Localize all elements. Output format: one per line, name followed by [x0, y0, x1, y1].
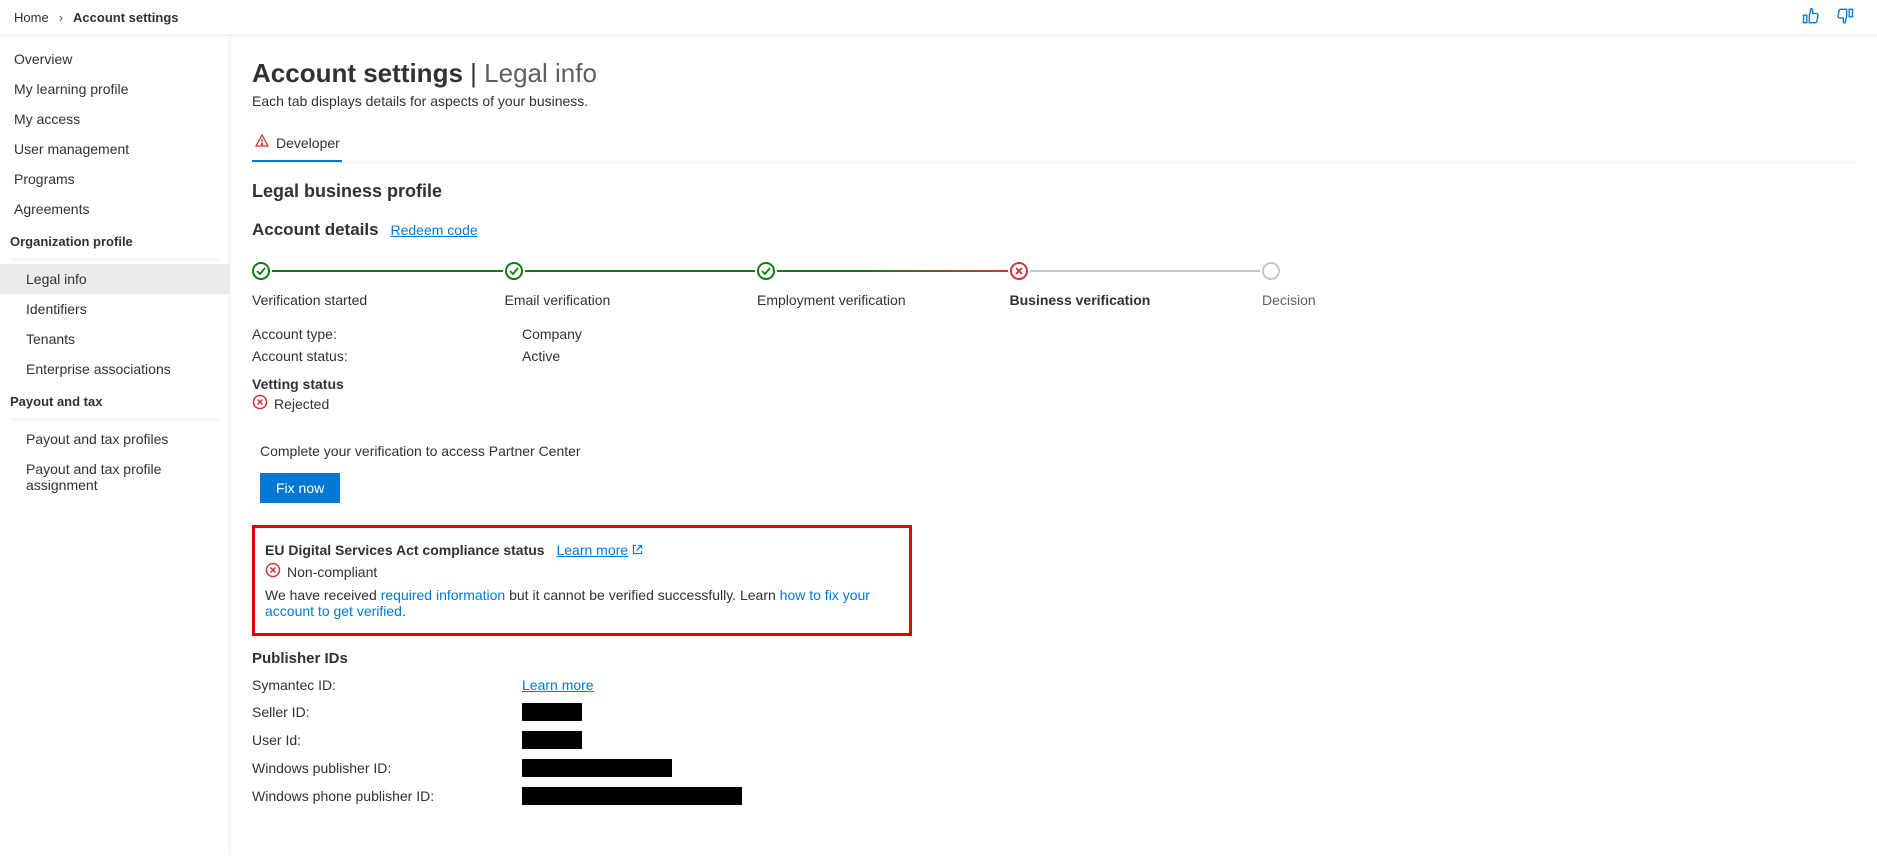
windows-publisher-id-label: Windows publisher ID: [252, 760, 522, 776]
eu-dsa-compliance-box: EU Digital Services Act compliance statu… [252, 525, 912, 636]
sidebar-item-tenants[interactable]: Tenants [0, 324, 229, 354]
breadcrumb-current: Account settings [73, 10, 178, 25]
warning-icon [254, 133, 270, 152]
breadcrumb: Home › Account settings [14, 10, 179, 25]
external-link-icon [631, 543, 644, 556]
user-id-value [522, 731, 582, 749]
sidebar-item-overview[interactable]: Overview [0, 44, 229, 74]
sidebar-group-org-profile: Organization profile [0, 224, 229, 255]
publisher-ids-heading: Publisher IDs [252, 650, 1855, 667]
chevron-right-icon: › [59, 10, 63, 25]
eu-status-value: Non-compliant [287, 564, 377, 580]
windows-publisher-id-value [522, 759, 672, 777]
sidebar: Overview My learning profile My access U… [0, 36, 230, 855]
account-status-label: Account status: [252, 348, 522, 364]
account-details-heading: Account details [252, 220, 379, 240]
page-title: Account settings | Legal info [252, 58, 1855, 89]
legal-business-heading: Legal business profile [252, 181, 1855, 202]
step-label: Decision [1262, 292, 1322, 308]
x-icon [265, 562, 281, 581]
verification-stepper: Verification started Email verification … [252, 262, 1322, 308]
step-label: Verification started [252, 292, 505, 308]
account-type-value: Company [522, 326, 582, 342]
sidebar-item-learning-profile[interactable]: My learning profile [0, 74, 229, 104]
sidebar-item-my-access[interactable]: My access [0, 104, 229, 134]
windows-phone-publisher-id-value [522, 787, 742, 805]
thumbs-up-icon[interactable] [1801, 6, 1821, 29]
symantec-learn-more-link[interactable]: Learn more [522, 677, 594, 693]
seller-id-label: Seller ID: [252, 704, 522, 720]
sidebar-item-user-management[interactable]: User management [0, 134, 229, 164]
check-icon [252, 262, 270, 280]
vetting-status-label: Vetting status [252, 376, 1855, 392]
redeem-code-link[interactable]: Redeem code [390, 222, 477, 238]
sidebar-item-agreements[interactable]: Agreements [0, 194, 229, 224]
sidebar-item-payout-assignment[interactable]: Payout and tax profile assignment [0, 454, 229, 500]
sidebar-group-payout: Payout and tax [0, 384, 229, 415]
main-content: Account settings | Legal info Each tab d… [230, 36, 1877, 855]
eu-dsa-title: EU Digital Services Act compliance statu… [265, 542, 545, 558]
symantec-id-label: Symantec ID: [252, 677, 522, 693]
step-label: Employment verification [757, 292, 1010, 308]
windows-phone-publisher-id-label: Windows phone publisher ID: [252, 788, 522, 804]
thumbs-down-icon[interactable] [1835, 6, 1855, 29]
fix-now-button[interactable]: Fix now [260, 473, 340, 503]
x-icon [1010, 262, 1028, 280]
check-icon [505, 262, 523, 280]
seller-id-value [522, 703, 582, 721]
complete-verification-text: Complete your verification to access Par… [252, 443, 1855, 459]
sidebar-item-legal-info[interactable]: Legal info [0, 264, 229, 294]
step-label: Business verification [1010, 292, 1263, 308]
sidebar-item-payout-profiles[interactable]: Payout and tax profiles [0, 424, 229, 454]
eu-learn-more-link[interactable]: Learn more [556, 542, 644, 558]
breadcrumb-home[interactable]: Home [14, 10, 49, 25]
pending-icon [1262, 262, 1280, 280]
account-type-label: Account type: [252, 326, 522, 342]
sidebar-item-programs[interactable]: Programs [0, 164, 229, 194]
sidebar-item-enterprise-assoc[interactable]: Enterprise associations [0, 354, 229, 384]
check-icon [757, 262, 775, 280]
account-status-value: Active [522, 348, 560, 364]
sidebar-item-identifiers[interactable]: Identifiers [0, 294, 229, 324]
required-info-link[interactable]: required information [381, 587, 506, 603]
user-id-label: User Id: [252, 732, 522, 748]
eu-status-message: We have received required information bu… [265, 587, 899, 619]
x-icon [252, 394, 268, 413]
step-label: Email verification [505, 292, 758, 308]
vetting-status-value: Rejected [274, 396, 329, 412]
page-subtitle: Each tab displays details for aspects of… [252, 93, 1855, 109]
tab-developer[interactable]: Developer [252, 127, 342, 162]
